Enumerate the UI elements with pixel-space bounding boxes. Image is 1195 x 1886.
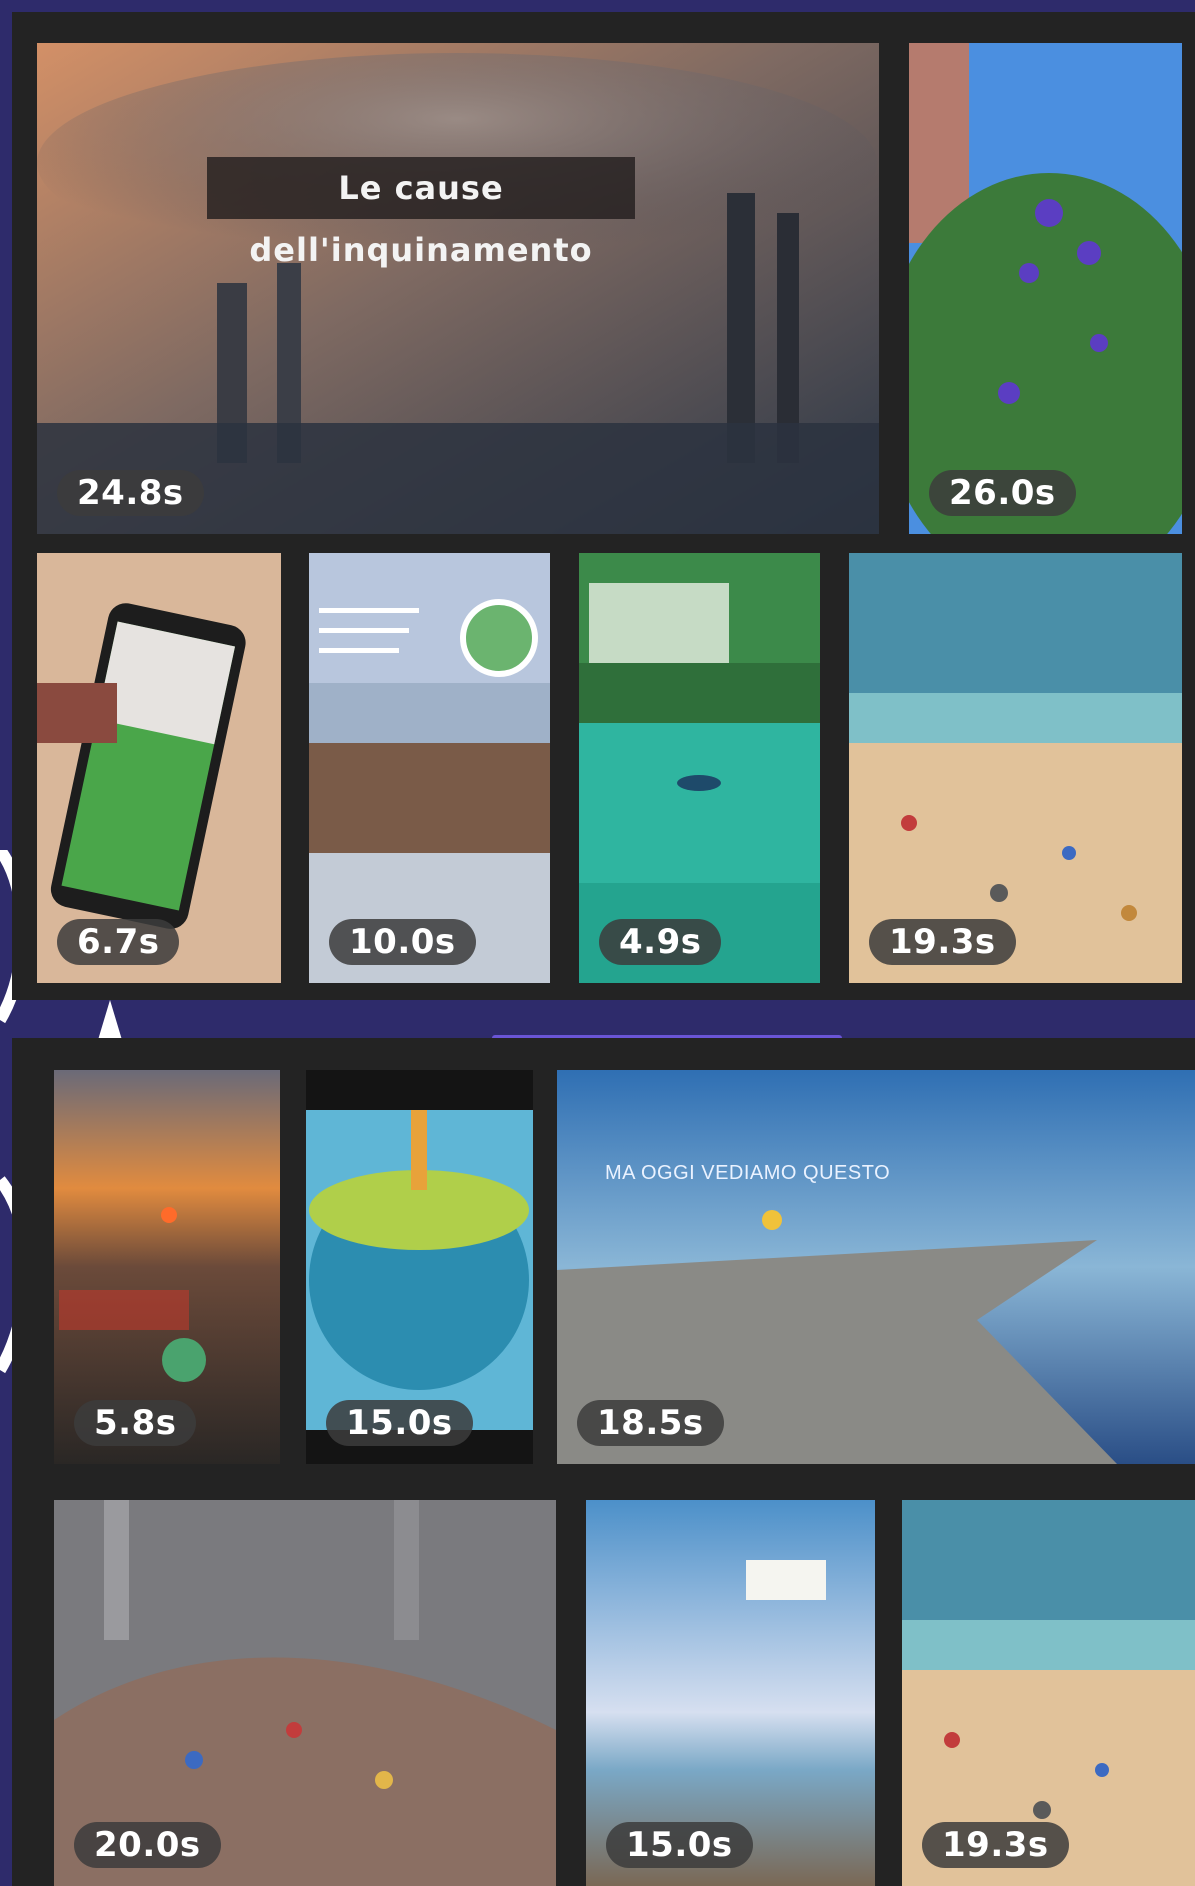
clip-tile-ocean-trash[interactable]: MA OGGI VEDIAMO QUESTO 18.5s: [557, 1070, 1195, 1464]
clip-grid-bottom: 5.8s 15.0s MA OGGI VEDIAMO QUESTO 18.5s …: [12, 1038, 1195, 1886]
duration-badge: 10.0s: [329, 919, 476, 965]
clip-tile-flowers[interactable]: 26.0s: [909, 43, 1182, 534]
clip-tile-phone[interactable]: 6.7s: [37, 553, 281, 983]
clip-grid-top: Le cause dell'inquinamento 24.8s 26.0s 6…: [12, 12, 1195, 1000]
clip-tile-sunset[interactable]: 5.8s: [54, 1070, 280, 1464]
clip-tile-beach[interactable]: 19.3s: [849, 553, 1182, 983]
clip-tile-swimmer[interactable]: 4.9s: [579, 553, 820, 983]
clip-tile-landfill-pile[interactable]: 20.0s: [54, 1500, 556, 1886]
smog-factory-thumbnail: [37, 43, 879, 534]
clip-tile-beach-2[interactable]: 19.3s: [902, 1500, 1195, 1886]
duration-badge: 6.7s: [57, 919, 180, 965]
clip-tile-smog[interactable]: Le cause dell'inquinamento 24.8s: [37, 43, 879, 534]
duration-badge: 4.9s: [599, 919, 722, 965]
clip-tile-globe[interactable]: 15.0s: [306, 1070, 533, 1464]
duration-badge: 26.0s: [929, 470, 1076, 516]
duration-badge: 15.0s: [326, 1400, 473, 1446]
clip-tile-calm-sea[interactable]: 15.0s: [586, 1500, 875, 1886]
tile-caption: MA OGGI VEDIAMO QUESTO: [605, 1162, 891, 1184]
duration-badge: 19.3s: [869, 919, 1016, 965]
duration-badge: 5.8s: [74, 1400, 197, 1446]
flowers-thumbnail: [909, 43, 1182, 534]
clip-tile-landfill-sky[interactable]: 10.0s: [309, 553, 550, 983]
duration-badge: 20.0s: [74, 1822, 221, 1868]
duration-badge: 19.3s: [922, 1822, 1069, 1868]
duration-badge: 15.0s: [606, 1822, 753, 1868]
tile-caption: Le cause dell'inquinamento: [207, 157, 635, 269]
duration-badge: 18.5s: [577, 1400, 724, 1446]
duration-badge: 24.8s: [57, 470, 204, 516]
